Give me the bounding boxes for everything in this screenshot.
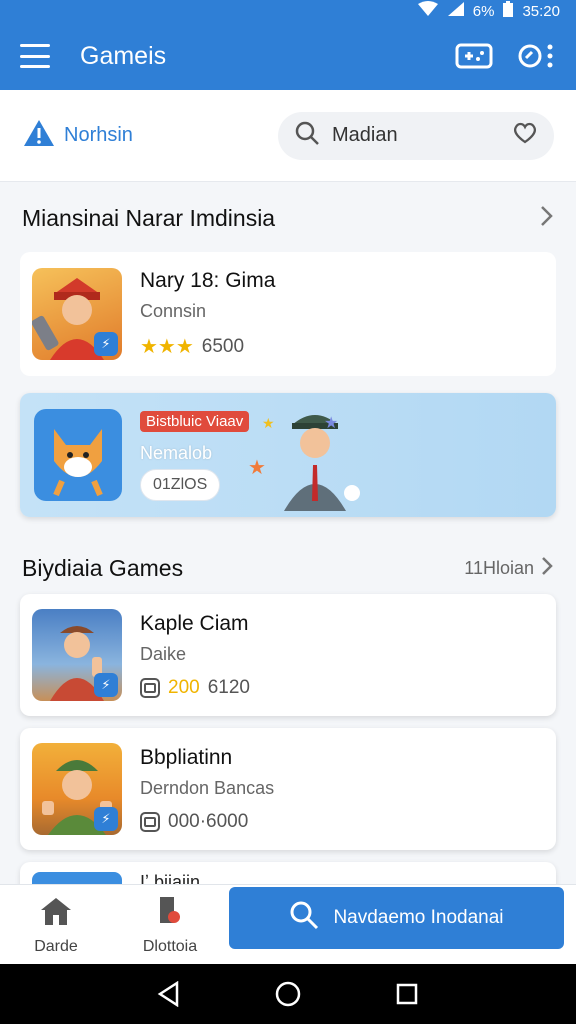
app-bar: Gameis (0, 22, 576, 90)
nav-label: Dlottoia (142, 938, 198, 955)
game-title: Kaple Ciam (140, 611, 249, 635)
game-badge-icon: ⚡ (94, 673, 118, 697)
home-circle-icon[interactable] (268, 974, 308, 1014)
game-badge-icon: ⚡ (94, 807, 118, 831)
status-bar: 6% 35:20 (0, 0, 576, 22)
see-more-label: 11Hloian (464, 557, 534, 578)
highlight-value: 200 (168, 676, 200, 698)
game-rating: ★★★ 6500 (140, 334, 275, 359)
section-header-2: Biydiaia Games 11Hloian (0, 550, 576, 586)
brand-name: Norhsin (64, 124, 133, 146)
home-icon (38, 895, 74, 932)
nav-label: Darde (34, 938, 78, 955)
rating-value: 000·6000 (168, 810, 249, 832)
controller-icon (140, 677, 160, 698)
game-list-item[interactable]: ⚡ Kaple Ciam Daike 200 6120 (20, 594, 556, 716)
search-icon (294, 120, 320, 151)
promo-character-image (284, 415, 360, 511)
game-list-item[interactable]: ⚡ Nary 18: Gima Connsin ★★★ 6500 (20, 252, 556, 376)
recents-icon[interactable] (387, 974, 427, 1014)
game-subtitle: Connsin (140, 301, 207, 321)
game-title: Bbpliatinn (140, 745, 233, 769)
game-info: Bbpliatinn Derndon Bancas 000·6000 (140, 746, 274, 833)
brand[interactable]: Norhsin (22, 118, 278, 153)
game-thumbnail: ⚡ (32, 743, 122, 835)
heart-icon[interactable] (512, 121, 538, 150)
nav-item-library[interactable]: Dlottoia (120, 895, 220, 956)
game-badge-icon: ⚡ (94, 332, 118, 356)
rating-stars: ★★★ (140, 336, 194, 358)
game-title: Nary 18: Gima (140, 269, 276, 292)
section-title: Miansinai Narar Imdinsia (22, 204, 276, 231)
game-info: Kaple Ciam Daike 200 6120 (140, 612, 250, 699)
promo-subtitle: Nemalob (140, 443, 213, 463)
bookmark-icon (154, 895, 186, 932)
search-icon (289, 900, 319, 936)
back-icon[interactable] (149, 974, 189, 1014)
cta-label: Navdaemo Inodanai (333, 907, 504, 928)
game-info: Nary 18: Gima Connsin ★★★ 6500 (140, 269, 275, 359)
section-title: Biydiaia Games (22, 554, 184, 581)
promo-app-icon (34, 409, 122, 501)
bottom-navigation: Darde Dlottoia Navdaemo Inodanai (0, 884, 576, 964)
game-stats: 200 6120 (140, 677, 250, 699)
app-title: Gameis (80, 41, 167, 70)
chevron-right-icon[interactable] (538, 204, 554, 233)
more-options-icon[interactable] (516, 36, 556, 76)
controller-icon (140, 811, 160, 832)
nav-item-home[interactable]: Darde (6, 895, 106, 956)
search-bar[interactable] (278, 111, 554, 160)
promo-tag: Bistbluic Viaav (140, 411, 250, 432)
rating-value: 6120 (207, 676, 250, 698)
signal-icon (447, 1, 465, 21)
rating-value: 6500 (201, 335, 245, 357)
battery-icon (502, 0, 514, 22)
chevron-right-icon (540, 555, 554, 582)
clock: 35:20 (522, 2, 560, 20)
game-subtitle: Daike (140, 643, 187, 664)
star-decoration-icon: ★ (324, 415, 339, 432)
star-decoration-icon: ★ (248, 457, 266, 479)
battery-percent: 6% (472, 2, 495, 20)
brand-search-row: Norhsin (0, 90, 576, 182)
game-subtitle: Derndon Bancas (140, 777, 275, 798)
wifi-icon (417, 1, 439, 21)
search-cta-button[interactable]: Navdaemo Inodanai (229, 887, 564, 949)
game-stats: 000·6000 (140, 811, 274, 833)
search-input[interactable] (332, 124, 500, 147)
menu-icon[interactable] (20, 44, 50, 68)
promo-code-pill[interactable]: 01ZlOS (140, 469, 221, 501)
gamepad-icon[interactable] (454, 36, 494, 76)
game-list-item[interactable]: ⚡ Bbpliatinn Derndon Bancas 000·6000 (20, 728, 556, 850)
promo-banner[interactable]: Bistbluic Viaav Nemalob 01ZlOS ★ ★ ★ (20, 393, 556, 517)
brand-logo-icon (22, 118, 56, 153)
see-more-link[interactable]: 11Hloian (464, 555, 554, 582)
system-navigation (0, 964, 576, 1024)
section-header-1[interactable]: Miansinai Narar Imdinsia (0, 200, 576, 236)
star-decoration-icon: ★ (262, 415, 275, 431)
game-thumbnail: ⚡ (32, 609, 122, 701)
game-thumbnail: ⚡ (32, 268, 122, 360)
